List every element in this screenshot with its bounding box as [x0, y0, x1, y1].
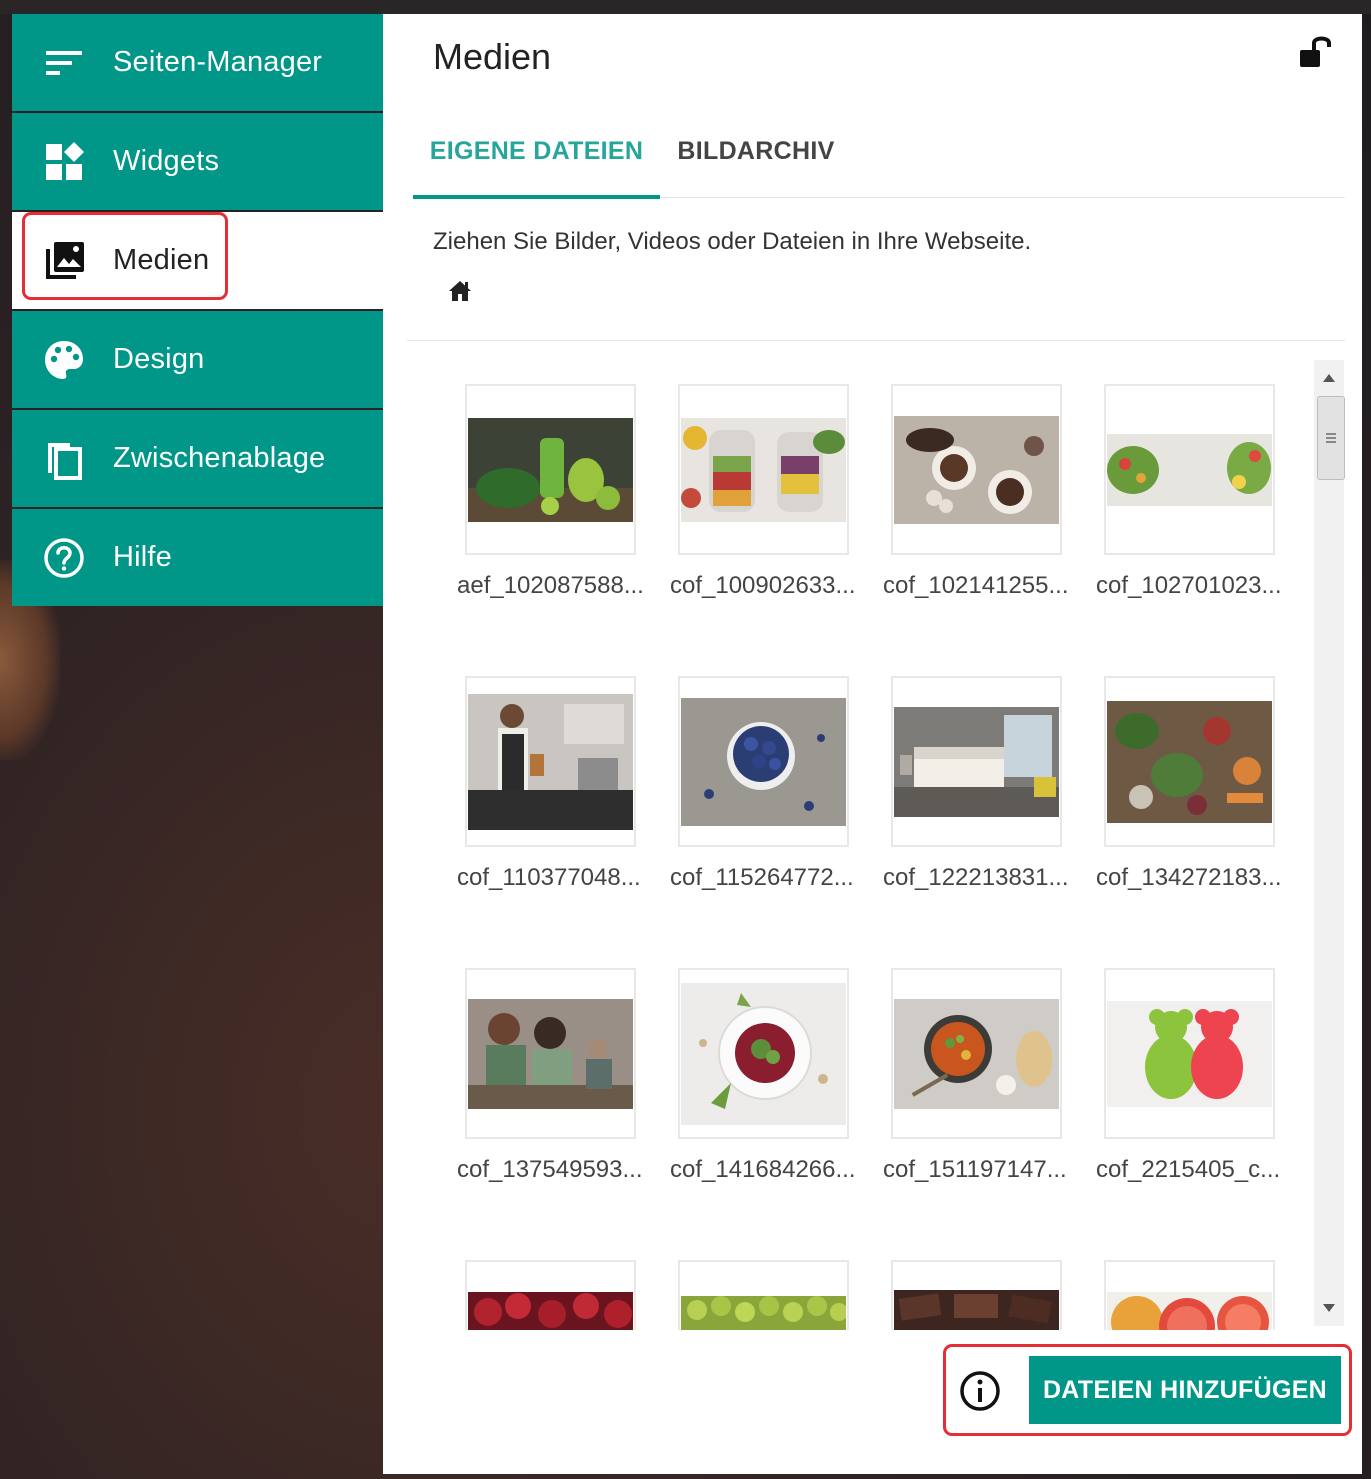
sort-lines-icon [42, 41, 86, 85]
media-filename: cof_122213831... [883, 864, 1069, 891]
thumbnail-frame [1104, 384, 1275, 555]
tab-eigene-dateien[interactable]: EIGENE DATEIEN [413, 104, 660, 199]
thumbnail-image [1107, 700, 1272, 823]
media-filename: cof_115264772... [670, 864, 854, 891]
grip-icon [1326, 437, 1336, 439]
thumbnail-image [894, 706, 1059, 817]
thumbnail-image [1107, 433, 1272, 506]
thumbnail-image [894, 998, 1059, 1109]
widgets-icon [42, 140, 86, 184]
media-filename: aef_102087588... [457, 572, 644, 599]
thumbnail-frame [678, 384, 849, 555]
scroll-up-arrow-icon[interactable] [1314, 364, 1344, 392]
media-filename: cof_2215405_c... [1096, 1156, 1281, 1183]
thumbnail-frame [465, 384, 636, 555]
media-scrollbar[interactable] [1314, 360, 1345, 1326]
sidebar-item-label: Hilfe [113, 541, 173, 573]
media-filename: cof_100902633... [670, 572, 856, 599]
thumbnail-frame [678, 968, 849, 1139]
thumbnail-image [681, 417, 846, 522]
sidebar-item-seiten-manager[interactable]: Seiten-Manager [12, 14, 383, 111]
thumbnail-image [681, 697, 846, 826]
copy-icon [42, 437, 86, 481]
sidebar-item-medien[interactable]: Medien [12, 212, 383, 309]
thumbnail-image [1107, 1000, 1272, 1107]
drag-hint-text: Ziehen Sie Bilder, Videos oder Dateien i… [433, 228, 1032, 255]
media-grid: aef_102087588... cof_100902633... cof_10… [423, 358, 1308, 1330]
tab-bar: EIGENE DATEIEN BILDARCHIV [413, 104, 1345, 199]
sidebar-item-widgets[interactable]: Widgets [12, 113, 383, 210]
scroll-down-arrow-icon[interactable] [1314, 1294, 1344, 1322]
palette-icon [42, 338, 86, 382]
thumbnail-frame [1104, 676, 1275, 847]
thumbnail-image [468, 998, 633, 1109]
thumbnail-image [1107, 1292, 1272, 1330]
media-filename: cof_137549593... [457, 1156, 643, 1183]
media-panel: Medien EIGENE DATEIEN BILDARCHIV Ziehen … [383, 14, 1362, 1474]
sidebar-item-design[interactable]: Design [12, 311, 383, 408]
thumbnail-image [894, 1290, 1059, 1330]
thumbnail-frame [465, 676, 636, 847]
sidebar-item-label: Seiten-Manager [113, 46, 323, 78]
divider [407, 340, 1345, 341]
thumbnail-frame [891, 1260, 1062, 1330]
media-filename: cof_102701023... [1096, 572, 1282, 599]
thumbnail-image [468, 1292, 633, 1330]
media-filename: cof_134272183... [1096, 864, 1282, 891]
thumbnail-frame [678, 1260, 849, 1330]
thumbnail-frame [678, 676, 849, 847]
sidebar-item-label: Widgets [113, 145, 220, 177]
photo-library-icon [42, 239, 86, 283]
thumbnail-frame [1104, 1260, 1275, 1330]
info-icon[interactable] [958, 1369, 1002, 1413]
help-circle-icon [42, 536, 86, 580]
tab-bildarchiv[interactable]: BILDARCHIV [670, 104, 842, 198]
home-icon[interactable] [447, 278, 473, 304]
sidebar-item-label: Zwischenablage [113, 442, 326, 474]
thumbnail-image [468, 693, 633, 830]
unlocked-icon[interactable] [1298, 34, 1334, 70]
panel-title: Medien [433, 36, 552, 77]
scroll-thumb[interactable] [1317, 396, 1345, 480]
thumbnail-frame [891, 968, 1062, 1139]
background-top-strip [0, 0, 1371, 14]
add-files-button[interactable]: DATEIEN HINZUFÜGEN [1029, 1356, 1341, 1424]
sidebar-item-hilfe[interactable]: Hilfe [12, 509, 383, 606]
thumbnail-image [468, 417, 633, 522]
sidebar-item-label: Medien [113, 244, 210, 276]
sidebar-item-zwischenablage[interactable]: Zwischenablage [12, 410, 383, 507]
thumbnail-image [681, 1296, 846, 1330]
thumbnail-frame [891, 384, 1062, 555]
thumbnail-frame [891, 676, 1062, 847]
sidebar-item-label: Design [113, 343, 205, 375]
thumbnail-frame [465, 1260, 636, 1330]
media-filename: cof_141684266... [670, 1156, 856, 1183]
thumbnail-image [894, 415, 1059, 524]
media-filename: cof_151197147... [883, 1156, 1067, 1183]
sidebar: Seiten-Manager Widgets Medien Design Zwi… [12, 14, 383, 608]
thumbnail-frame [1104, 968, 1275, 1139]
media-filename: cof_102141255... [883, 572, 1069, 599]
thumbnail-frame [465, 968, 636, 1139]
thumbnail-image [681, 982, 846, 1125]
media-filename: cof_110377048... [457, 864, 641, 891]
